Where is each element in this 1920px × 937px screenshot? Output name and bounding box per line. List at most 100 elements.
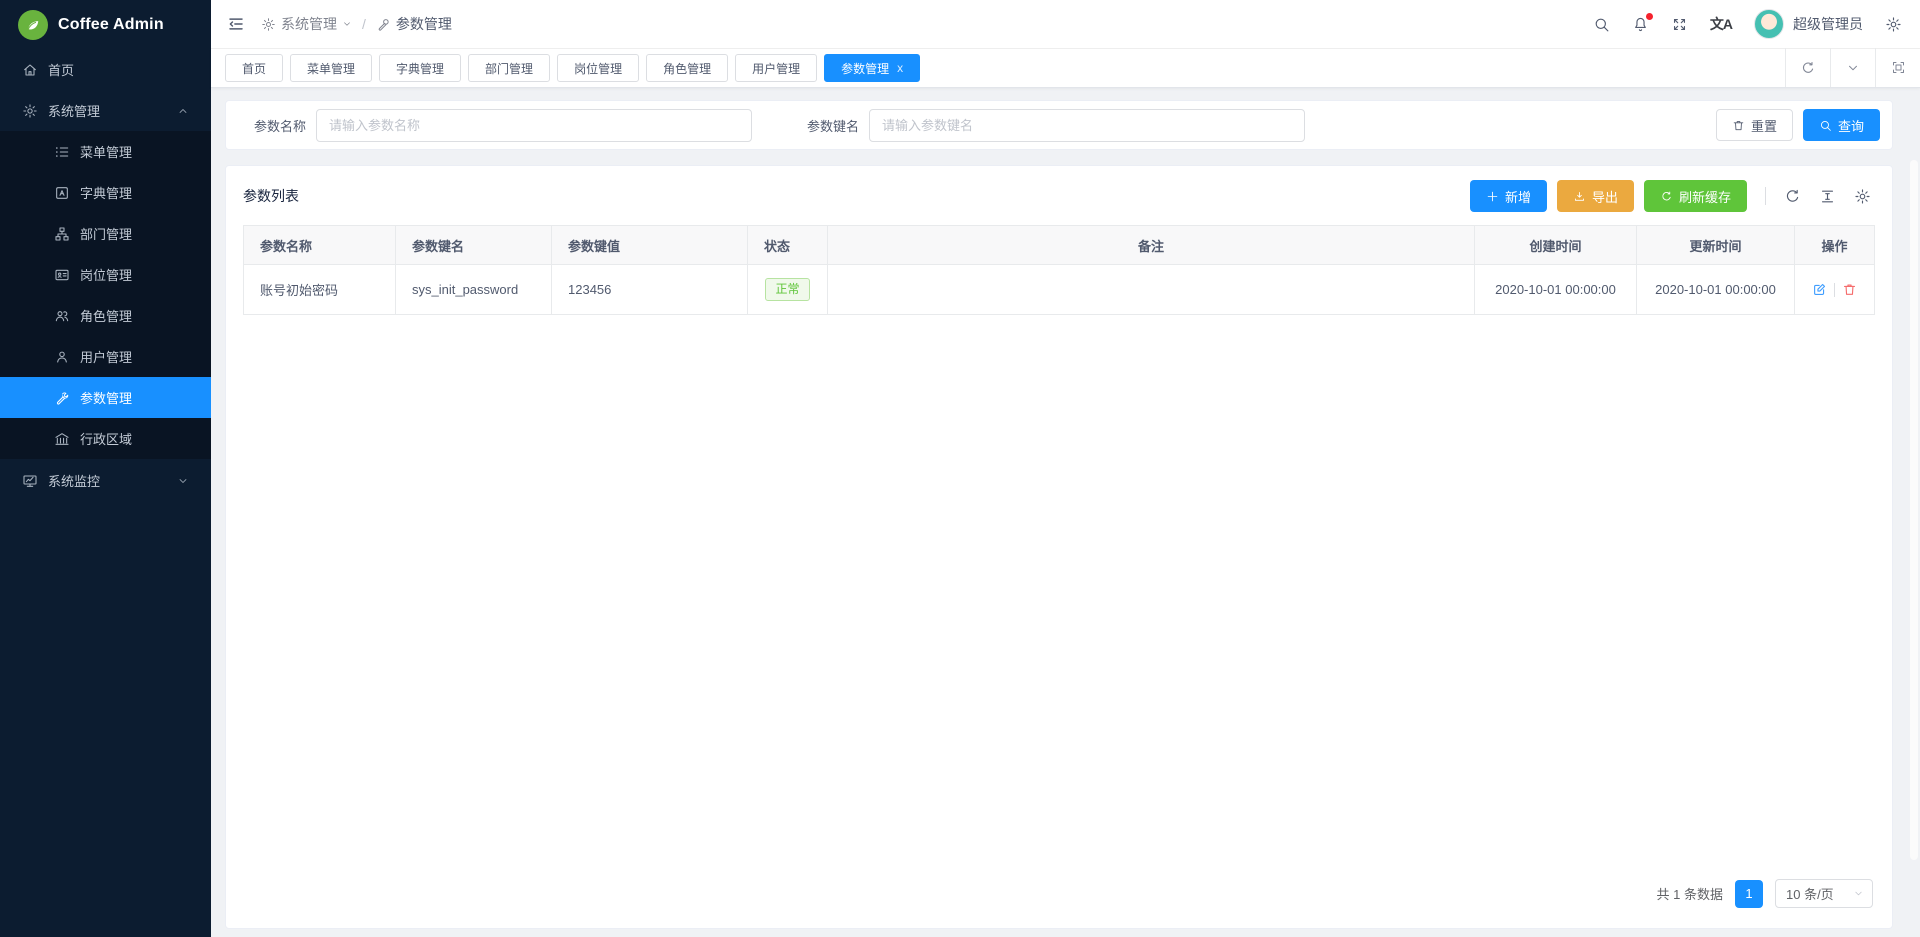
filter-actions: 重置 查询 — [1716, 109, 1880, 141]
cell-ops — [1795, 265, 1875, 315]
col-created: 创建时间 — [1475, 226, 1637, 265]
expand-icon — [1671, 16, 1688, 33]
col-remark: 备注 — [828, 226, 1475, 265]
sidebar-item-label: 系统管理 — [48, 101, 100, 120]
breadcrumb-root-label: 系统管理 — [281, 14, 337, 34]
param-key-input[interactable] — [869, 109, 1305, 142]
breadcrumb-root[interactable]: 系统管理 — [261, 14, 352, 34]
user-icon — [54, 349, 70, 365]
settings-button[interactable] — [1885, 16, 1902, 33]
username: 超级管理员 — [1793, 14, 1863, 34]
export-button[interactable]: 导出 — [1557, 180, 1634, 212]
gear-icon — [22, 103, 38, 119]
reset-button[interactable]: 重置 — [1716, 109, 1793, 141]
col-param-value: 参数键值 — [552, 226, 748, 265]
sidebar-item-system-monitor[interactable]: 系统监控 — [0, 460, 211, 501]
cell-status: 正常 — [748, 265, 828, 315]
sidebar-item-param-mgmt[interactable]: 参数管理 — [0, 377, 211, 418]
app-root: Coffee Admin 首页 系统管理 菜单管理 字典管理 — [0, 0, 1920, 937]
sidebar: Coffee Admin 首页 系统管理 菜单管理 字典管理 — [0, 0, 211, 937]
page-size-select[interactable]: 10 条/页 — [1775, 879, 1873, 908]
refresh-cache-button[interactable]: 刷新缓存 — [1644, 180, 1747, 212]
sidebar-item-admin-region[interactable]: 行政区域 — [0, 418, 211, 459]
col-param-key: 参数键名 — [396, 226, 552, 265]
search-submit-button[interactable]: 查询 — [1803, 109, 1880, 141]
sidebar-item-label: 部门管理 — [80, 224, 132, 243]
plus-icon — [1486, 190, 1499, 203]
cell-param-name: 账号初始密码 — [244, 265, 396, 315]
sidebar-item-system-mgmt[interactable]: 系统管理 — [0, 90, 211, 131]
language-switch-button[interactable]: 文A — [1710, 14, 1732, 34]
tab-label: 岗位管理 — [574, 60, 622, 77]
table-settings-button[interactable] — [1850, 188, 1875, 205]
tabs-refresh-button[interactable] — [1785, 48, 1830, 87]
search-button[interactable] — [1593, 16, 1610, 33]
tab-label: 参数管理 — [841, 60, 889, 77]
param-list-panel: 参数列表 新增 导出 刷新缓存 — [225, 165, 1893, 929]
scrollbar-thumb[interactable] — [1910, 160, 1918, 860]
sidebar-item-label: 菜单管理 — [80, 142, 132, 161]
table-refresh-button[interactable] — [1780, 188, 1805, 205]
refresh-cache-label: 刷新缓存 — [1679, 187, 1731, 206]
search-icon — [1593, 16, 1610, 33]
pagination-total: 共 1 条数据 — [1657, 884, 1723, 903]
sidebar-item-label: 参数管理 — [80, 388, 132, 407]
page-1-button[interactable]: 1 — [1735, 880, 1763, 908]
tab-menu-mgmt[interactable]: 菜单管理 — [290, 54, 372, 82]
user-menu[interactable]: 超级管理员 — [1754, 9, 1863, 39]
table-header-row: 参数名称 参数键名 参数键值 状态 备注 创建时间 更新时间 操作 — [244, 226, 1875, 265]
monitor-icon — [22, 473, 38, 489]
tab-label: 角色管理 — [663, 60, 711, 77]
param-name-input[interactable] — [316, 109, 752, 142]
topbar: 系统管理 / 参数管理 — [211, 0, 1920, 49]
sidebar-item-dept-mgmt[interactable]: 部门管理 — [0, 213, 211, 254]
tab-label: 部门管理 — [485, 60, 533, 77]
sidebar-item-dict-mgmt[interactable]: 字典管理 — [0, 172, 211, 213]
sidebar-item-post-mgmt[interactable]: 岗位管理 — [0, 254, 211, 295]
gear-icon — [1885, 16, 1902, 33]
main-area: 系统管理 / 参数管理 — [211, 0, 1920, 937]
tab-home[interactable]: 首页 — [225, 54, 283, 82]
breadcrumb-current-label: 参数管理 — [396, 14, 452, 34]
param-name-label: 参数名称 — [254, 116, 306, 135]
tab-label: 用户管理 — [752, 60, 800, 77]
sidebar-item-menu-mgmt[interactable]: 菜单管理 — [0, 131, 211, 172]
notification-dot — [1646, 13, 1653, 20]
chevron-up-icon — [177, 105, 189, 117]
tab-param-mgmt[interactable]: 参数管理 x — [824, 54, 920, 82]
tab-role-mgmt[interactable]: 角色管理 — [646, 54, 728, 82]
table-density-button[interactable] — [1815, 188, 1840, 205]
param-table: 参数名称 参数键名 参数键值 状态 备注 创建时间 更新时间 操作 账号初始密码 — [243, 225, 1875, 315]
pagination: 共 1 条数据 1 10 条/页 — [243, 869, 1875, 912]
notifications-button[interactable] — [1632, 16, 1649, 33]
col-status: 状态 — [748, 226, 828, 265]
tab-dept-mgmt[interactable]: 部门管理 — [468, 54, 550, 82]
delete-row-button[interactable] — [1842, 282, 1857, 297]
sidebar-item-home[interactable]: 首页 — [0, 49, 211, 90]
refresh-icon — [1660, 190, 1673, 203]
tabs-more-button[interactable] — [1830, 48, 1875, 87]
bank-icon — [54, 431, 70, 447]
fullscreen-button[interactable] — [1671, 16, 1688, 33]
page-size-value: 10 条/页 — [1786, 884, 1834, 903]
refresh-icon — [1800, 60, 1816, 76]
tab-post-mgmt[interactable]: 岗位管理 — [557, 54, 639, 82]
content-fullscreen-button[interactable] — [1875, 48, 1920, 87]
tab-user-mgmt[interactable]: 用户管理 — [735, 54, 817, 82]
tab-label: 菜单管理 — [307, 60, 355, 77]
trash-icon — [1732, 119, 1745, 132]
tab-strip: 首页 菜单管理 字典管理 部门管理 岗位管理 角色管理 用户管理 参数管理 x — [211, 49, 1920, 88]
cell-remark — [828, 265, 1475, 315]
leaf-logo-icon — [18, 10, 48, 40]
app-logo: Coffee Admin — [0, 0, 211, 49]
sidebar-item-role-mgmt[interactable]: 角色管理 — [0, 295, 211, 336]
tab-dict-mgmt[interactable]: 字典管理 — [379, 54, 461, 82]
sidebar-collapse-button[interactable] — [227, 15, 245, 33]
ops-divider — [1834, 283, 1835, 297]
tab-close-icon[interactable]: x — [897, 62, 903, 74]
add-button[interactable]: 新增 — [1470, 180, 1547, 212]
sidebar-item-user-mgmt[interactable]: 用户管理 — [0, 336, 211, 377]
sidebar-item-label: 角色管理 — [80, 306, 132, 325]
sidebar-item-label: 首页 — [48, 60, 74, 79]
edit-row-button[interactable] — [1812, 282, 1827, 297]
